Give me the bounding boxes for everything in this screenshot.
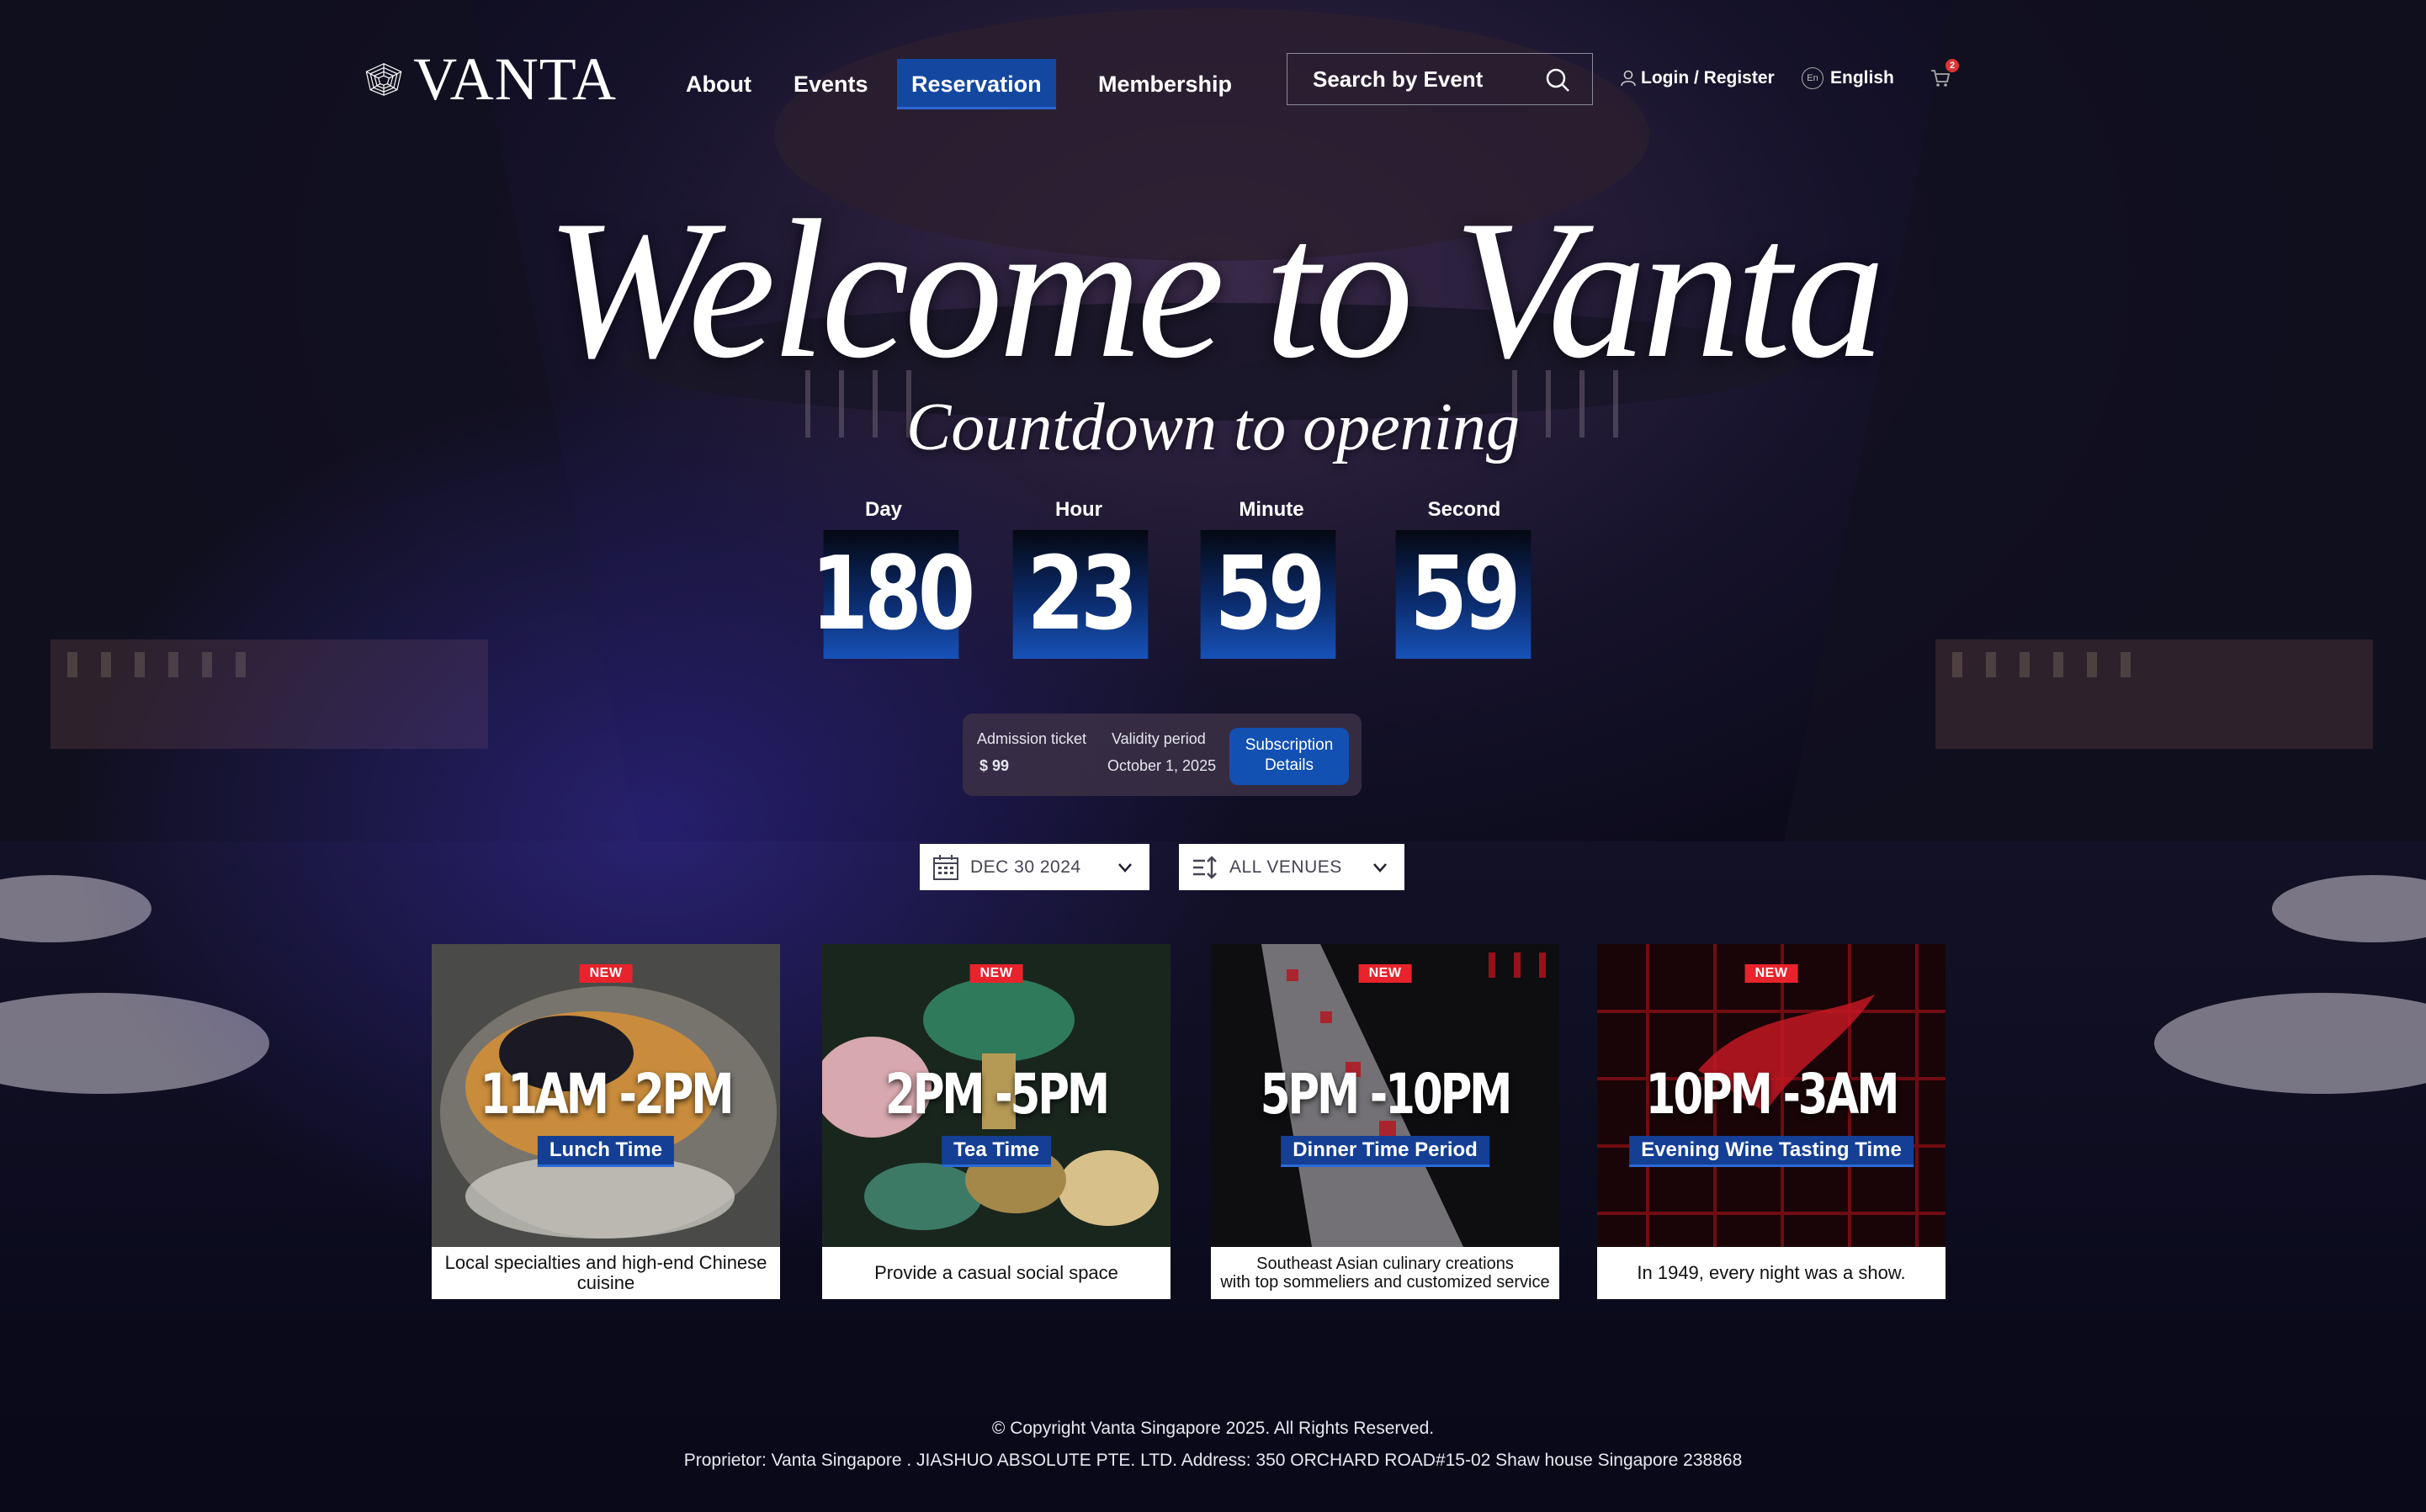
ticket-price: $ 99 xyxy=(979,757,1010,774)
countdown-day-value: 180 xyxy=(811,530,975,659)
cart-button[interactable]: 2 xyxy=(1930,59,1959,93)
chevron-down-icon xyxy=(1373,862,1387,873)
tea-time-image: NEW 2PM -5PM Tea Time xyxy=(822,944,1171,1247)
admission-label: Admission ticket xyxy=(977,730,1087,747)
session-time: 2PM -5PM xyxy=(885,1062,1110,1127)
account-bar: Login / Register En English 2 xyxy=(0,59,2426,93)
calendar-icon xyxy=(933,854,958,880)
session-time: 5PM -10PM xyxy=(1260,1062,1513,1127)
countdown-second-value: 59 xyxy=(1395,530,1532,659)
subscription-details-button[interactable]: Subscription Details xyxy=(1229,728,1349,785)
session-name: Lunch Time xyxy=(537,1136,675,1167)
user-icon xyxy=(1621,70,1636,87)
footer-address: Proprietor: Vanta Singapore . JIASHUO AB… xyxy=(683,1451,1743,1470)
footer-copyright: © Copyright Vanta Singapore 2025. All Ri… xyxy=(991,1419,1435,1438)
validity-date: October 1, 2025 xyxy=(1107,757,1217,774)
new-badge: NEW xyxy=(969,964,1023,983)
language-label: English xyxy=(1830,68,1894,88)
countdown-minute-label: Minute xyxy=(1239,498,1304,521)
wine-tasting-image: NEW 10PM -3AM Evening Wine Tasting Time xyxy=(1597,944,1946,1247)
new-badge: NEW xyxy=(1358,964,1412,983)
session-time: 11AM -2PM xyxy=(480,1062,735,1127)
login-register-link[interactable]: Login / Register xyxy=(1621,64,1775,93)
session-description: Provide a casual social space xyxy=(822,1247,1171,1299)
countdown-second-label: Second xyxy=(1427,498,1501,521)
venue-filter[interactable]: ALL VENUES xyxy=(1179,844,1404,890)
cart-count-badge: 2 xyxy=(1946,59,1959,72)
sort-filter-icon xyxy=(1193,855,1217,879)
cart-icon xyxy=(1931,70,1951,87)
language-icon: En xyxy=(1802,67,1823,89)
hero-title: Welcome to Vanta xyxy=(545,180,1885,400)
session-card-dinner[interactable]: NEW 5PM -10PM Dinner Time Period Southea… xyxy=(1211,944,1559,1301)
chevron-down-icon xyxy=(1118,862,1132,873)
new-badge: NEW xyxy=(1744,964,1798,983)
lunch-food-image: NEW 11AM -2PM Lunch Time xyxy=(432,944,780,1247)
session-card-tea[interactable]: NEW 2PM -5PM Tea Time Provide a casual s… xyxy=(822,944,1171,1301)
session-card-wine[interactable]: NEW 10PM -3AM Evening Wine Tasting Time … xyxy=(1597,944,1946,1301)
session-card-lunch[interactable]: NEW 11AM -2PM Lunch Time Local specialti… xyxy=(432,944,780,1301)
subscription-details-label: Subscription Details xyxy=(1245,736,1334,774)
session-description: Southeast Asian culinary creations with … xyxy=(1211,1247,1559,1299)
session-description: In 1949, every night was a show. xyxy=(1597,1247,1946,1299)
date-filter[interactable]: DEC 30 2024 xyxy=(920,844,1149,890)
countdown-hour-value: 23 xyxy=(1012,530,1149,659)
validity-label: Validity period xyxy=(1112,730,1206,747)
countdown-day-label: Day xyxy=(864,498,903,521)
ticket-panel: Admission ticket $ 99 Validity period Oc… xyxy=(963,714,1362,796)
language-selector[interactable]: En English xyxy=(1802,64,1894,93)
date-filter-value: DEC 30 2024 xyxy=(970,857,1081,877)
countdown-minute-value: 59 xyxy=(1200,530,1336,659)
hero-subtitle: Countdown to opening xyxy=(906,390,1520,464)
session-name: Dinner Time Period xyxy=(1281,1136,1489,1167)
login-register-label: Login / Register xyxy=(1641,68,1775,88)
session-description: Local specialties and high-end Chinese c… xyxy=(432,1247,780,1299)
session-name: Tea Time xyxy=(942,1136,1051,1167)
countdown-hour-label: Hour xyxy=(1055,498,1102,521)
venue-filter-value: ALL VENUES xyxy=(1229,857,1342,877)
session-time: 10PM -3AM xyxy=(1645,1062,1900,1127)
dinner-table-image: NEW 5PM -10PM Dinner Time Period xyxy=(1211,944,1559,1247)
session-name: Evening Wine Tasting Time xyxy=(1629,1136,1914,1167)
new-badge: NEW xyxy=(579,964,633,983)
